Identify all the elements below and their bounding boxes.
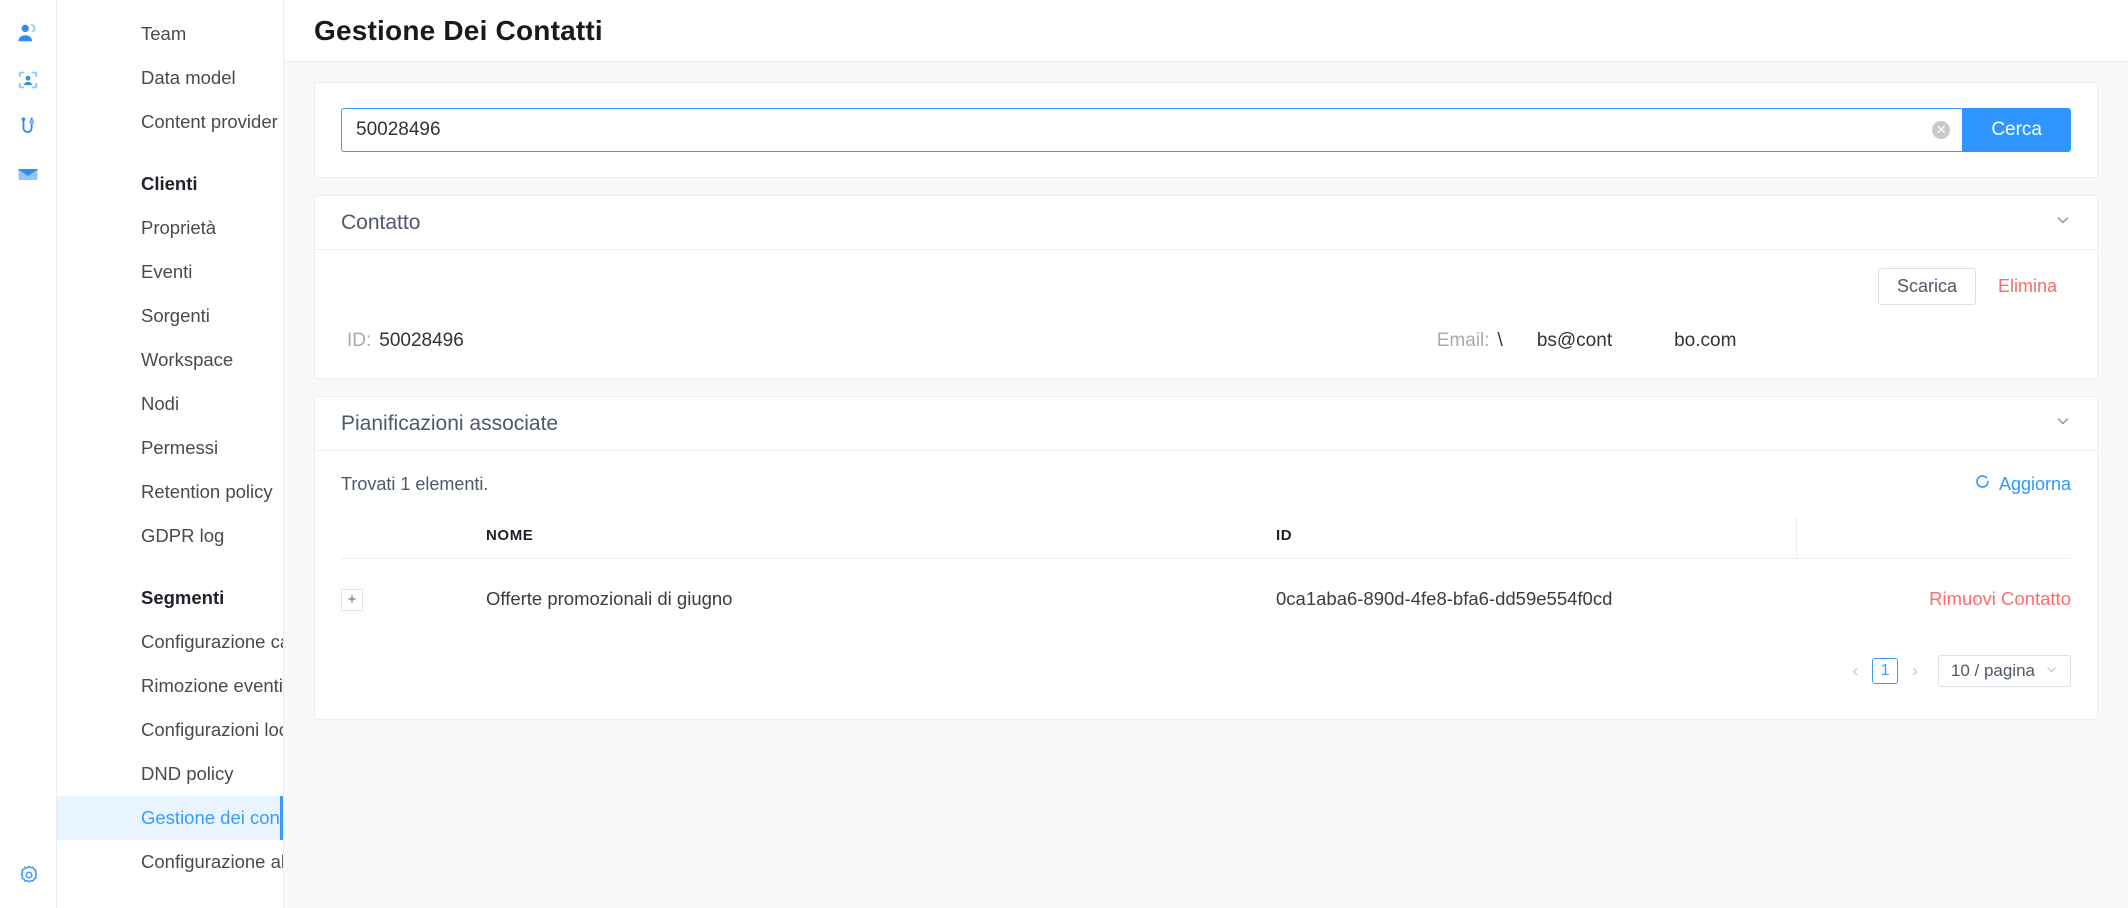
page-number-1[interactable]: 1 <box>1872 658 1899 684</box>
column-header-nome: NOME <box>486 517 1276 559</box>
email-redaction-1 <box>1502 332 1537 350</box>
search-field-wrapper: ✕ <box>341 108 1963 152</box>
contact-link-icon[interactable] <box>13 112 43 142</box>
refresh-label: Aggiorna <box>1998 473 2071 494</box>
chevron-down-icon <box>2045 663 2058 679</box>
refresh-icon <box>1974 473 1991 495</box>
search-input[interactable] <box>342 109 1963 151</box>
clear-circle-icon[interactable]: ✕ <box>1932 121 1951 139</box>
chevron-right-icon[interactable]: › <box>1908 661 1922 681</box>
chevron-down-icon[interactable] <box>2055 413 2071 434</box>
found-count-text: Trovati 1 elementi. <box>341 473 489 494</box>
sidebar-item-data-model[interactable]: Data model <box>57 56 283 100</box>
email-redaction-2 <box>1612 332 1675 350</box>
main-content: Gestione Dei Contatti ✕ Cerca Contatto <box>284 0 2128 908</box>
sidebar-item-team[interactable]: Team <box>57 12 283 56</box>
sidebar-group-clienti: Clienti <box>141 173 198 194</box>
column-header-expander <box>341 517 486 559</box>
rail-bottom <box>0 860 57 890</box>
page-header: Gestione Dei Contatti <box>284 0 2128 62</box>
download-button[interactable]: Scarica <box>1877 267 1976 305</box>
sidebar-item-rimozione-eventi[interactable]: Rimozione eventi <box>57 664 283 708</box>
search-row: ✕ Cerca <box>341 108 2071 152</box>
contact-panel-title: Contatto <box>341 210 421 234</box>
contact-id-cell: ID: 50028496 <box>341 330 1102 352</box>
schedules-table-body: + Offerte promozionali di giugno 0ca1aba… <box>341 559 2071 640</box>
sidebar-item-proprieta[interactable]: Proprietà <box>57 206 283 250</box>
envelope-icon[interactable] <box>13 159 43 189</box>
face-scan-icon[interactable] <box>13 65 43 95</box>
contact-id-label: ID: <box>347 330 372 351</box>
pagination: ‹ 1 › 10 / pagina <box>341 639 2071 693</box>
email-suffix: bo.com <box>1674 330 1737 351</box>
sidebar-item-sorgenti[interactable]: Sorgenti <box>57 294 283 338</box>
content-area: ✕ Cerca Contatto Scarica Elimina <box>284 62 2128 720</box>
sidebar-group-segmenti: Segmenti <box>141 587 225 608</box>
gear-icon[interactable] <box>14 860 44 890</box>
contact-info-row: ID: 50028496 Email: \ bs@cont bo.com <box>341 330 2071 352</box>
sidebar-item-eventi[interactable]: Eventi <box>57 250 283 294</box>
contact-panel-header[interactable]: Contatto <box>315 196 2097 250</box>
row-id-cell: 0ca1aba6-890d-4fe8-bfa6-dd59e554f0cd <box>1276 588 1613 609</box>
sidebar-item-gdpr-log[interactable]: GDPR log <box>57 514 283 558</box>
search-card: ✕ Cerca <box>314 82 2098 178</box>
schedules-table-head: NOME ID <box>341 517 2071 559</box>
search-button[interactable]: Cerca <box>1962 108 2071 152</box>
row-action-cell: Rimuovi Contatto <box>1796 559 2071 640</box>
sidebar-nav: Team Data model Content provider Clienti… <box>57 0 284 908</box>
row-expander-cell: + <box>341 559 486 640</box>
icon-rail <box>0 0 57 908</box>
contact-email-label: Email: <box>1436 330 1490 351</box>
expand-row-icon[interactable]: + <box>341 589 363 611</box>
table-header-row: NOME ID <box>341 517 2071 559</box>
team-people-icon[interactable] <box>13 18 43 48</box>
contact-email-cell: Email: \ bs@cont bo.com <box>1102 330 2071 352</box>
column-header-id: ID <box>1276 517 1797 559</box>
sidebar-item-retention-policy[interactable]: Retention policy <box>57 470 283 514</box>
contact-id-value: 50028496 <box>379 330 464 351</box>
contact-actions: Scarica Elimina <box>341 266 2071 306</box>
schedules-panel-title: Pianificazioni associate <box>341 411 559 435</box>
chevron-down-icon[interactable] <box>2055 212 2071 233</box>
page-size-select[interactable]: 10 / pagina <box>1937 655 2071 687</box>
sidebar-item-workspace[interactable]: Workspace <box>57 338 283 382</box>
schedules-panel-body: Trovati 1 elementi. Aggiorna NOME ID + O… <box>315 451 2097 719</box>
schedules-panel: Pianificazioni associate Trovati 1 eleme… <box>314 396 2098 720</box>
delete-button[interactable]: Elimina <box>1984 269 2071 304</box>
contact-panel-body: Scarica Elimina ID: 50028496 Email: \ bs… <box>315 250 2097 378</box>
app-root: Team Data model Content provider Clienti… <box>0 0 2128 908</box>
sidebar-item-content-provider[interactable]: Content provider <box>57 100 283 144</box>
sidebar-item-gestione-dei-contatti[interactable]: Gestione dei contatti <box>57 796 283 840</box>
table-row: + Offerte promozionali di giugno 0ca1aba… <box>341 559 2071 640</box>
schedules-table: NOME ID + Offerte promozionali di giugno <box>341 517 2071 639</box>
sidebar-item-permessi[interactable]: Permessi <box>57 426 283 470</box>
contact-email-value: \ bs@cont bo.com <box>1498 330 1737 352</box>
sidebar-item-configurazioni-locali[interactable]: Configurazioni locali <box>57 708 283 752</box>
email-mid: bs@cont <box>1536 330 1613 351</box>
sidebar-item-nodi[interactable]: Nodi <box>57 382 283 426</box>
schedules-meta-row: Trovati 1 elementi. Aggiorna <box>341 467 2071 517</box>
remove-contact-link[interactable]: Rimuovi Contatto <box>1929 588 2071 609</box>
contact-panel: Contatto Scarica Elimina ID: 50028496 Em… <box>314 195 2098 379</box>
sidebar-item-dnd-policy[interactable]: DND policy <box>57 752 283 796</box>
sidebar-item-configurazione-alert[interactable]: Configurazione alert <box>57 840 283 884</box>
refresh-button[interactable]: Aggiorna <box>1974 473 2071 495</box>
sidebar-item-configurazione-campi[interactable]: Configurazione campi <box>57 620 283 664</box>
page-title: Gestione Dei Contatti <box>314 14 603 46</box>
chevron-left-icon[interactable]: ‹ <box>1849 661 1863 681</box>
row-nome-cell: Offerte promozionali di giugno <box>486 588 733 609</box>
column-header-actions <box>1796 517 2071 559</box>
page-size-label: 10 / pagina <box>1950 661 2035 680</box>
schedules-panel-header[interactable]: Pianificazioni associate <box>315 397 2097 451</box>
